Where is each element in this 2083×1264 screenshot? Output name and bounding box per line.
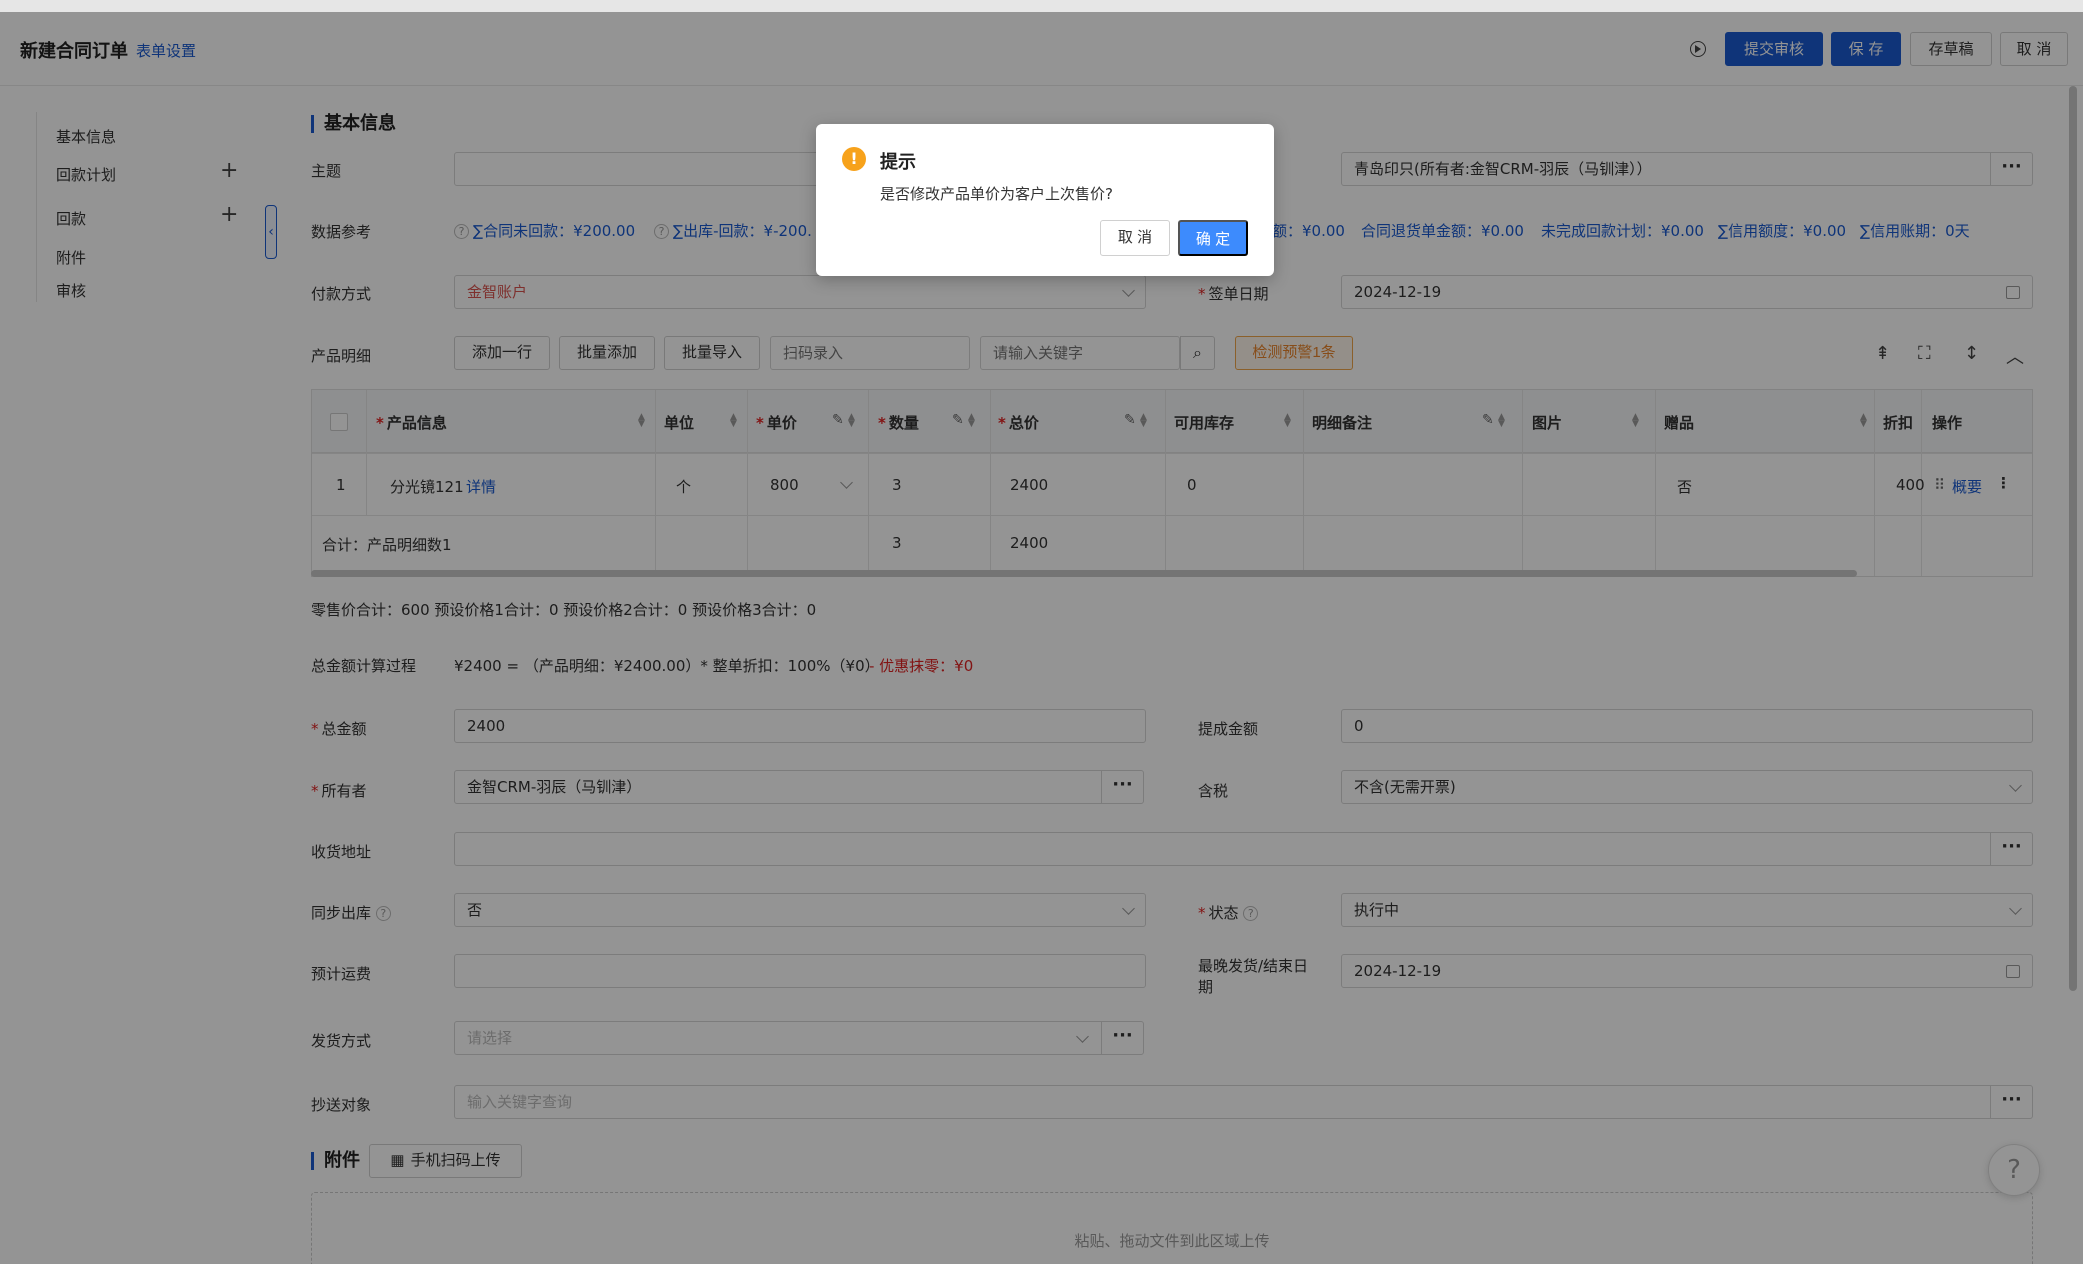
dialog-cancel-button[interactable]: 取 消 [1100,220,1170,256]
warning-icon: ! [842,147,866,171]
dialog-message: 是否修改产品单价为客户上次售价? [880,185,1113,203]
browser-top-strip [0,0,2083,12]
dialog-title: 提示 [880,152,916,173]
confirm-dialog: ! 提示 是否修改产品单价为客户上次售价? 取 消 确 定 [816,124,1274,276]
dialog-ok-button[interactable]: 确 定 [1178,220,1248,256]
